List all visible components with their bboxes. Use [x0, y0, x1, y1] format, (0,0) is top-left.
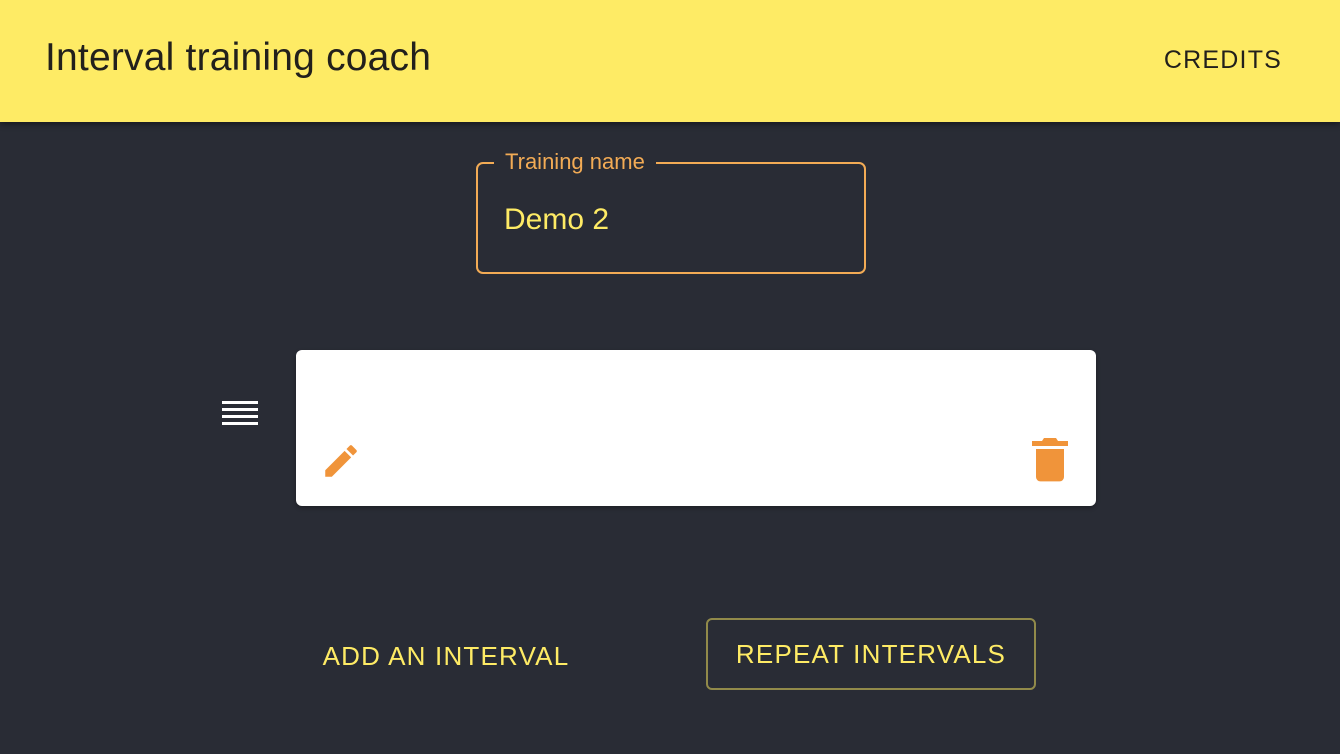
app-title: Interval training coach [45, 36, 432, 79]
interval-card [296, 350, 1096, 506]
edit-interval-button[interactable] [320, 440, 362, 482]
training-name-label: Training name [494, 149, 656, 175]
training-name-input[interactable] [504, 200, 844, 240]
repeat-intervals-button[interactable]: REPEAT INTERVALS [706, 618, 1036, 690]
drag-handle-icon[interactable] [222, 401, 258, 431]
trash-icon [1032, 438, 1068, 482]
app-bar: Interval training coach CREDITS [0, 0, 1340, 122]
add-interval-button[interactable]: ADD AN INTERVAL [306, 632, 586, 680]
delete-interval-button[interactable] [1030, 438, 1070, 482]
credits-button[interactable]: CREDITS [1150, 38, 1296, 82]
pencil-icon [325, 445, 357, 477]
training-name-field[interactable]: Training name [476, 149, 866, 274]
